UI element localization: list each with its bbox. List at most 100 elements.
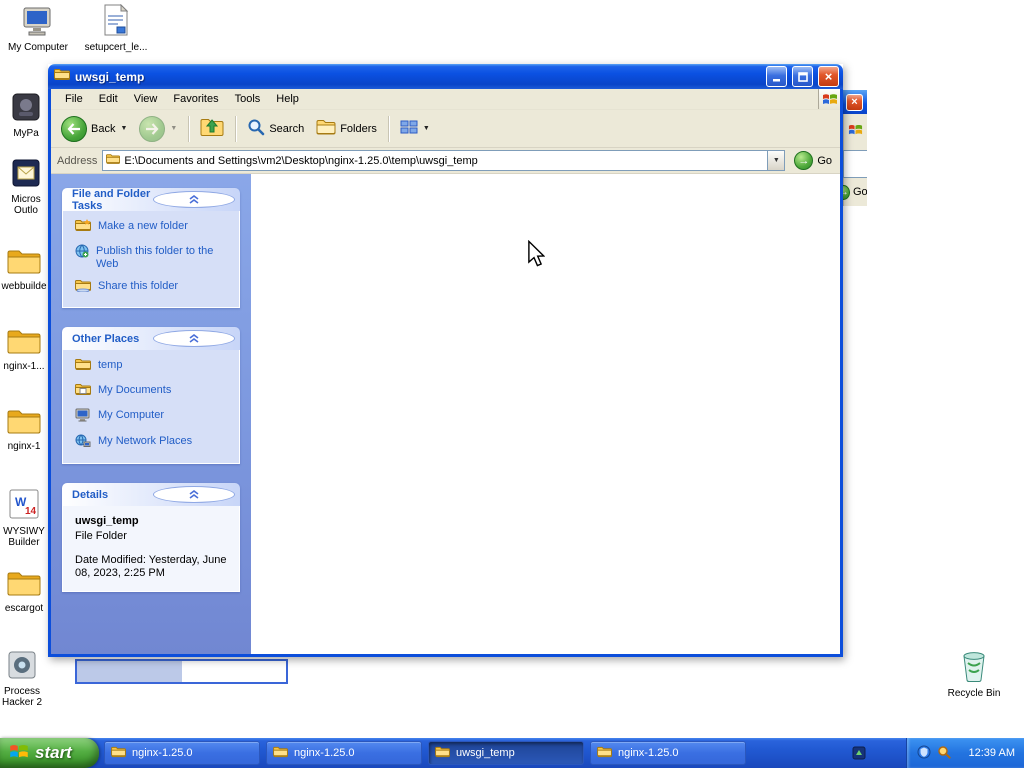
maximize-button[interactable] [792,66,813,87]
app-icon: W 14 [8,488,40,523]
address-input[interactable]: E:\Documents and Settings\vm2\Desktop\ng… [102,150,786,171]
publish-folder-link[interactable]: Publish this folder to the Web [75,244,233,271]
collapse-chevron-icon[interactable] [152,330,235,347]
background-window-fragment-fill [77,661,182,682]
taskbar: start nginx-1.25.0 nginx-1.25.0 uwsgi_te… [0,738,1024,768]
desktop-icon-recycle-bin[interactable]: Recycle Bin [938,648,1010,699]
folder-icon [435,746,450,761]
recycle-bin-icon [958,648,990,685]
menu-edit[interactable]: Edit [91,91,126,107]
taskbar-system-icon[interactable] [852,746,866,765]
window-chrome: File Edit View Favorites Tools Help Back… [48,89,843,657]
taskbar-button-uwsgi-temp[interactable]: uwsgi_temp [428,741,584,765]
tray-shield-icon[interactable] [917,745,931,762]
system-tray: 12:39 AM [906,738,1024,768]
places-panel: Other Places temp My Documents My Comput… [62,327,240,464]
folder-icon [7,570,41,600]
app-icon [11,92,41,125]
new-folder-icon [74,219,91,236]
desktop-icon-process-hacker[interactable]: Process Hacker 2 [0,650,58,708]
background-window-menubar [843,114,867,150]
app-icon [7,650,37,683]
collapse-chevron-icon[interactable] [152,486,235,503]
minimize-button[interactable] [766,66,787,87]
address-label: Address [57,154,98,167]
views-dropdown-icon[interactable]: ▼ [423,125,430,132]
background-address-fragment [843,150,867,178]
folder-icon [7,328,41,358]
views-button[interactable]: ▼ [396,117,434,140]
menu-view[interactable]: View [126,91,166,107]
svg-text:14: 14 [25,506,37,517]
make-new-folder-link[interactable]: Make a new folder [74,219,233,236]
menu-tools[interactable]: Tools [227,91,269,107]
folder-icon [7,408,41,438]
desktop-icon-label: nginx-1... [3,361,45,372]
forward-dropdown-icon: ▼ [170,125,178,132]
mouse-cursor [528,240,545,267]
background-window[interactable]: × → Go [843,90,867,206]
folders-button[interactable]: Folders [312,117,381,140]
window-folder-icon [53,68,70,86]
menu-favorites[interactable]: Favorites [165,91,226,107]
taskbar-button-nginx-3[interactable]: nginx-1.25.0 [590,741,746,765]
back-button[interactable]: Back ▼ [57,114,131,144]
toolbar-separator [188,115,190,142]
background-go-button[interactable]: → Go [843,178,867,206]
taskbar-button-nginx-1[interactable]: nginx-1.25.0 [104,741,260,765]
tray-search-icon[interactable] [937,745,951,762]
toolbar-separator [235,115,237,142]
network-places-icon [75,434,91,452]
places-panel-header[interactable]: Other Places [62,327,240,350]
details-panel-header[interactable]: Details [62,483,240,506]
clock[interactable]: 12:39 AM [969,747,1015,759]
forward-button[interactable]: ▼ [135,114,181,144]
close-button[interactable]: × [818,66,839,87]
windows-logo-icon [818,89,840,109]
place-temp-link[interactable]: temp [74,359,233,375]
address-text: E:\Documents and Settings\vm2\Desktop\ng… [124,154,478,167]
address-dropdown-button[interactable]: ▼ [767,151,785,170]
go-icon: → [843,184,850,200]
menu-file[interactable]: File [57,91,91,107]
up-button[interactable] [196,115,228,142]
go-button[interactable]: → Go [790,151,836,170]
toolbar: Back ▼ ▼ Search Folders ▼ [51,110,840,148]
forward-icon [139,115,166,142]
back-icon [61,115,87,142]
tasks-panel-header[interactable]: File and Folder Tasks [62,188,240,212]
desktop-icon-label: Recycle Bin [947,688,1001,699]
address-folder-icon [106,153,121,168]
desktop-icon-my-computer[interactable]: My Computer [2,6,74,53]
share-folder-link[interactable]: Share this folder [74,280,233,296]
desktop-icon-label: Micros Outlo [11,194,41,216]
back-dropdown-icon[interactable]: ▼ [120,125,127,132]
menu-help[interactable]: Help [268,91,307,107]
search-icon [247,118,265,139]
explorer-window: uwsgi_temp × File Edit View Favorites To… [48,64,843,657]
search-button[interactable]: Search [243,116,308,141]
desktop-icon-label: My Computer [7,42,68,53]
place-my-documents-link[interactable]: My Documents [74,384,233,400]
details-modified: Date Modified: Yesterday, June 08, 2023,… [75,554,227,579]
taskbar-button-nginx-2[interactable]: nginx-1.25.0 [266,741,422,765]
task-sidebar: File and Folder Tasks Make a new folder … [51,174,251,654]
folder-icon [273,746,288,761]
details-panel: Details uwsgi_temp File Folder Date Modi… [62,483,240,592]
background-close-button[interactable]: × [846,93,863,111]
collapse-chevron-icon[interactable] [152,191,235,208]
tasks-panel-body: Make a new folder Publish this folder to… [62,211,240,308]
desktop-icon-label: MyPa [13,128,39,139]
place-my-computer-link[interactable]: My Computer [75,408,233,426]
places-panel-body: temp My Documents My Computer My Network… [62,350,240,464]
desktop-icon-label: webbuilde [1,281,47,292]
menubar: File Edit View Favorites Tools Help [51,89,840,110]
folder-content-area[interactable] [251,174,840,654]
go-icon: → [794,151,814,170]
background-window-fragment[interactable] [75,659,288,684]
titlebar[interactable]: uwsgi_temp × [48,64,843,89]
start-button[interactable]: start [0,738,99,768]
place-my-network-link[interactable]: My Network Places [75,434,233,452]
views-icon [400,119,418,138]
desktop-icon-setupcert[interactable]: setupcert_le... [80,3,152,53]
